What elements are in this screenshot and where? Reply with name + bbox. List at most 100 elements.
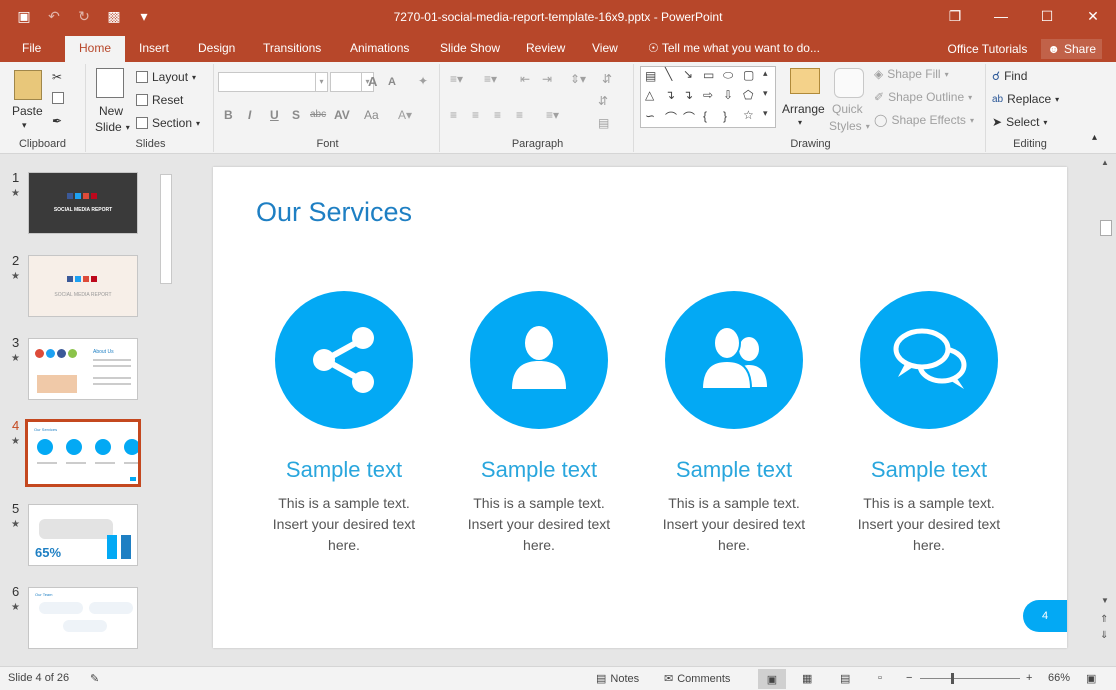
arrange-button[interactable]: Arrange xyxy=(782,102,825,116)
slide-sorter-icon[interactable]: ▦ xyxy=(802,672,812,685)
tab-animations[interactable]: Animations xyxy=(346,36,413,62)
slide-canvas[interactable]: Our Services Sample text This is a sampl… xyxy=(213,167,1067,648)
scroll-up-icon[interactable]: ▲ xyxy=(1101,158,1109,167)
smartart-icon[interactable]: ▤ xyxy=(598,116,609,130)
rectangle-shape-icon[interactable]: ▭ xyxy=(703,68,714,82)
arrange-dropdown-icon[interactable]: ▾ xyxy=(798,118,802,127)
pentagon-shape-icon[interactable]: ⬠ xyxy=(743,88,753,102)
align-left-icon[interactable]: ≡ xyxy=(450,108,457,122)
zoom-level[interactable]: 66% xyxy=(1048,672,1070,684)
columns-icon[interactable]: ≡▾ xyxy=(546,108,559,122)
thumbnail-scrollbar[interactable] xyxy=(158,156,174,666)
shape-effects-button[interactable]: ◯ Shape Effects ▾ xyxy=(874,113,974,127)
quick-styles-icon[interactable] xyxy=(834,68,864,98)
find-button[interactable]: ☌ Find xyxy=(992,69,1027,83)
quick-styles-label-1[interactable]: Quick xyxy=(832,102,863,116)
line-shape-icon[interactable]: ╲ xyxy=(665,67,672,81)
font-name-input[interactable] xyxy=(218,72,316,92)
line-spacing-icon[interactable]: ⇕▾ xyxy=(570,72,586,86)
clear-format-icon[interactable]: ✦ xyxy=(418,74,428,88)
slide-title[interactable]: Our Services xyxy=(256,197,412,228)
text-direction-icon[interactable]: ⇵ xyxy=(602,72,612,86)
fit-to-window-icon[interactable]: ▣ xyxy=(1086,672,1096,685)
select-button[interactable]: ➤ Select ▾ xyxy=(992,115,1047,129)
reading-view-icon[interactable]: ▤ xyxy=(840,672,850,685)
new-slide-icon[interactable] xyxy=(96,68,124,98)
gallery-down-icon[interactable]: ▾ xyxy=(763,88,768,99)
slideshow-view-icon[interactable]: ▫ xyxy=(878,672,882,684)
decrease-indent-icon[interactable]: ⇤ xyxy=(520,72,530,86)
slide-thumbnail-6[interactable]: Our Team xyxy=(28,587,138,649)
font-size-input[interactable] xyxy=(330,72,362,92)
font-name-dropdown[interactable]: ▾ xyxy=(316,72,328,92)
service-circle[interactable] xyxy=(860,291,998,429)
replace-button[interactable]: ab Replace ▾ xyxy=(992,92,1059,106)
service-circle[interactable] xyxy=(275,291,413,429)
italic-button[interactable]: I xyxy=(248,108,251,122)
curve-shape-icon[interactable]: ⌒ xyxy=(665,109,677,126)
arrange-icon[interactable] xyxy=(790,68,820,94)
paste-button[interactable]: Paste xyxy=(12,104,43,118)
thumbnail-scroll-thumb[interactable] xyxy=(160,174,172,284)
format-painter-icon[interactable]: ✒ xyxy=(52,114,62,128)
char-spacing-button[interactable]: AV xyxy=(334,108,350,122)
tell-me-box[interactable]: ☉ Tell me what you want to do... xyxy=(644,36,824,62)
shrink-font-button[interactable]: A xyxy=(388,76,396,88)
gallery-more-icon[interactable]: ▾ xyxy=(763,108,768,119)
increase-indent-icon[interactable]: ⇥ xyxy=(542,72,552,86)
slide-thumbnail-5[interactable]: 65% xyxy=(28,504,138,566)
right-brace-shape-icon[interactable]: } xyxy=(723,109,727,123)
zoom-slider-thumb[interactable] xyxy=(951,673,954,684)
shape-outline-button[interactable]: ✐ Shape Outline ▾ xyxy=(874,90,972,104)
share-button[interactable]: ☻ Share xyxy=(1041,39,1102,59)
shape-fill-button[interactable]: ◈ Shape Fill ▾ xyxy=(874,67,949,81)
oval-shape-icon[interactable]: ⬭ xyxy=(723,68,733,83)
underline-button[interactable]: U xyxy=(270,108,279,122)
cut-icon[interactable]: ✂ xyxy=(52,70,62,84)
textbox-shape-icon[interactable]: ▤ xyxy=(645,69,656,83)
paste-icon[interactable] xyxy=(14,70,42,100)
tab-insert[interactable]: Insert xyxy=(135,36,173,62)
comments-button[interactable]: ✉ Comments xyxy=(664,672,730,686)
triangle-shape-icon[interactable]: △ xyxy=(645,88,654,102)
service-circle[interactable] xyxy=(470,291,608,429)
minimize-icon[interactable]: — xyxy=(978,0,1024,32)
slide-thumbnail-4[interactable]: Our Services xyxy=(25,419,141,487)
zoom-in-button[interactable]: + xyxy=(1026,672,1032,684)
normal-view-icon[interactable]: ▣ xyxy=(758,669,786,689)
bullets-icon[interactable]: ≡▾ xyxy=(450,72,463,86)
section-button[interactable]: Section ▾ xyxy=(136,116,200,130)
slide-scroll-thumb[interactable] xyxy=(1100,220,1112,236)
notes-button[interactable]: ▤ Notes xyxy=(596,672,639,686)
align-text-icon[interactable]: ⇵ xyxy=(598,94,608,108)
star-shape-icon[interactable]: ☆ xyxy=(743,108,754,122)
slide-scrollbar[interactable]: ▲ ▼ ⇑ ⇓ xyxy=(1098,156,1116,666)
tab-review[interactable]: Review xyxy=(522,36,569,62)
bold-button[interactable]: B xyxy=(224,108,233,122)
arc-shape-icon[interactable]: ⌒ xyxy=(683,109,695,126)
new-slide-label-1[interactable]: New xyxy=(99,104,123,118)
office-tutorials-link[interactable]: Office Tutorials xyxy=(948,42,1028,56)
slide-thumbnail-3[interactable]: About Us xyxy=(28,338,138,400)
connector-shape-icon[interactable]: ↴ xyxy=(683,88,693,102)
tab-view[interactable]: View xyxy=(588,36,622,62)
service-circle[interactable] xyxy=(665,291,803,429)
previous-slide-icon[interactable]: ⇑ xyxy=(1100,614,1108,625)
restore-ribbon-icon[interactable]: ❐ xyxy=(932,0,978,32)
slide-thumbnail-1[interactable]: SOCIAL MEDIA REPORT xyxy=(28,172,138,234)
reset-button[interactable]: Reset xyxy=(136,93,183,107)
freeform-shape-icon[interactable]: ∽ xyxy=(645,109,655,123)
scroll-down-icon[interactable]: ▼ xyxy=(1101,596,1109,605)
next-slide-icon[interactable]: ⇓ xyxy=(1100,630,1108,641)
zoom-out-button[interactable]: − xyxy=(906,672,912,684)
maximize-icon[interactable]: ☐ xyxy=(1024,0,1070,32)
left-brace-shape-icon[interactable]: { xyxy=(703,109,707,123)
close-icon[interactable]: ✕ xyxy=(1070,0,1116,32)
elbow-shape-icon[interactable]: ↴ xyxy=(665,88,675,102)
grow-font-button[interactable]: A xyxy=(368,74,377,89)
tab-file[interactable]: File xyxy=(18,36,45,62)
strikethrough-button[interactable]: abc xyxy=(310,109,326,120)
spell-check-icon[interactable]: ✎ xyxy=(90,672,99,685)
paste-dropdown-icon[interactable]: ▾ xyxy=(22,120,27,131)
tab-home[interactable]: Home xyxy=(65,36,126,62)
